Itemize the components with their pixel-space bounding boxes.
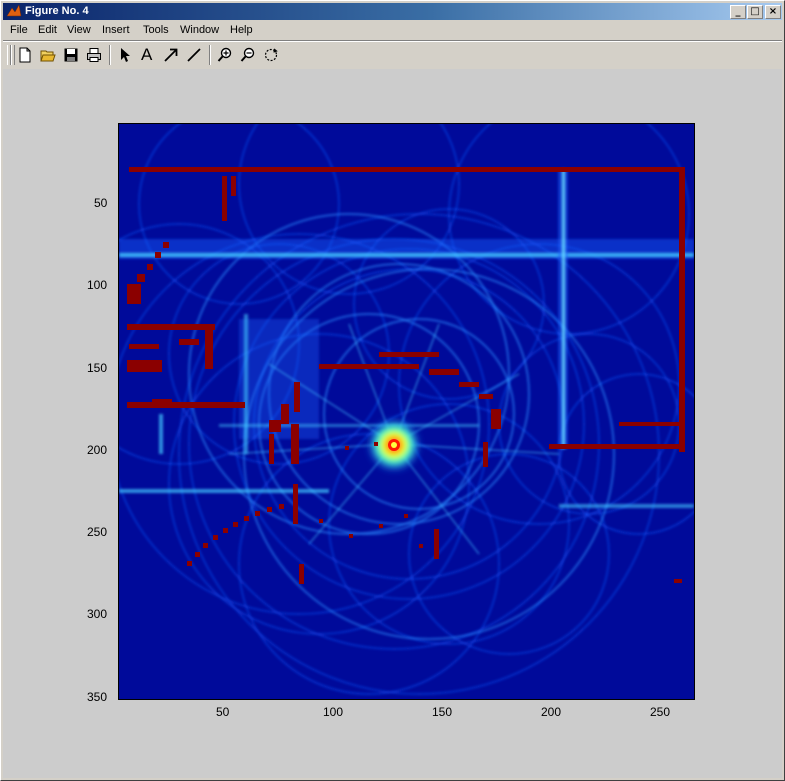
open-file-icon bbox=[40, 50, 56, 62]
y-tick-label: 50 bbox=[94, 196, 108, 210]
edit-plot-arrow-icon bbox=[121, 48, 130, 62]
insert-line-icon bbox=[187, 48, 201, 62]
save-icon bbox=[64, 48, 78, 62]
x-tick-label: 250 bbox=[650, 705, 671, 719]
print-button[interactable] bbox=[83, 44, 105, 66]
window-title: Figure No. 4 bbox=[25, 5, 89, 17]
x-tick-label: 200 bbox=[541, 705, 562, 719]
menu-tools[interactable]: Tools bbox=[143, 24, 169, 36]
y-tick-label: 350 bbox=[87, 690, 108, 704]
toolbar-separator bbox=[209, 45, 211, 65]
menu-view[interactable]: View bbox=[67, 24, 91, 36]
insert-arrow-button[interactable] bbox=[160, 44, 182, 66]
edit-plot-button[interactable] bbox=[114, 44, 136, 66]
x-tick-label: 50 bbox=[216, 705, 230, 719]
rotate-3d-icon bbox=[264, 48, 278, 62]
menu-file[interactable]: File bbox=[10, 24, 28, 36]
image-axes[interactable] bbox=[118, 123, 695, 700]
hough-image bbox=[119, 124, 694, 699]
figure-toolbar: A bbox=[3, 40, 782, 70]
matlab-logo-icon bbox=[6, 4, 22, 17]
y-tick-label: 150 bbox=[87, 361, 108, 375]
x-tick-label: 150 bbox=[432, 705, 453, 719]
print-icon bbox=[87, 48, 101, 62]
x-tick-label: 100 bbox=[323, 705, 344, 719]
menu-insert[interactable]: Insert bbox=[102, 24, 130, 36]
menu-help[interactable]: Help bbox=[230, 24, 253, 36]
menu-bar: File Edit View Insert Tools Window Help bbox=[3, 21, 782, 39]
y-tick-label: 200 bbox=[87, 443, 108, 457]
insert-line-button[interactable] bbox=[183, 44, 205, 66]
minimize-button[interactable]: _ bbox=[730, 5, 746, 19]
insert-text-icon: A bbox=[141, 45, 153, 64]
zoom-in-icon bbox=[217, 47, 232, 62]
open-file-button[interactable] bbox=[37, 44, 59, 66]
zoom-out-button[interactable] bbox=[237, 44, 259, 66]
zoom-in-button[interactable] bbox=[214, 44, 236, 66]
figure-window: Figure No. 4 _ □ × File Edit View Insert… bbox=[0, 0, 785, 781]
insert-text-button[interactable]: A bbox=[137, 44, 159, 66]
y-tick-label: 100 bbox=[87, 278, 108, 292]
menu-edit[interactable]: Edit bbox=[38, 24, 57, 36]
zoom-out-icon bbox=[240, 47, 255, 62]
insert-arrow-icon bbox=[164, 48, 178, 62]
y-tick-label: 300 bbox=[87, 607, 108, 621]
menu-window[interactable]: Window bbox=[180, 24, 219, 36]
close-button[interactable]: × bbox=[765, 5, 781, 19]
save-button[interactable] bbox=[60, 44, 82, 66]
maximize-button[interactable]: □ bbox=[747, 5, 763, 19]
new-figure-icon bbox=[19, 47, 31, 63]
title-bar[interactable]: Figure No. 4 _ □ × bbox=[3, 3, 782, 20]
new-figure-button[interactable] bbox=[14, 44, 36, 66]
rotate-3d-button[interactable] bbox=[260, 44, 282, 66]
toolbar-separator bbox=[109, 45, 111, 65]
y-tick-label: 250 bbox=[87, 525, 108, 539]
